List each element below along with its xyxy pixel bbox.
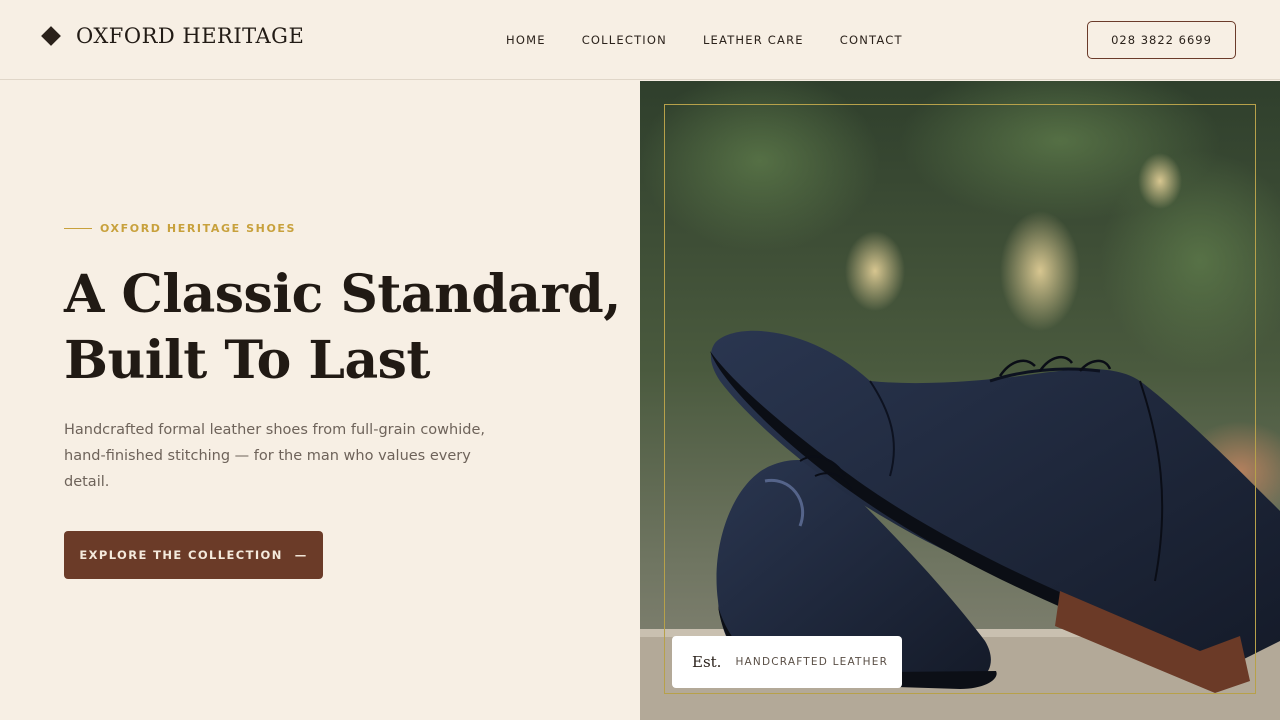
eyebrow-text: OXFORD HERITAGE SHOES	[100, 222, 297, 235]
nav-item-leather-care[interactable]: LEATHER CARE	[703, 33, 804, 47]
badge-text: HANDCRAFTED LEATHER	[735, 656, 889, 668]
brand-name: OXFORD HERITAGE	[76, 24, 305, 48]
nav-item-collection[interactable]: COLLECTION	[582, 33, 667, 47]
headline-line-2: Built To Last	[64, 330, 430, 391]
phone-button[interactable]: 028 3822 6699	[1087, 21, 1236, 59]
hero-description: Handcrafted formal leather shoes from fu…	[64, 422, 485, 490]
brand-logo[interactable]: OXFORD HERITAGE	[41, 24, 305, 48]
nav-item-home[interactable]: HOME	[506, 33, 546, 47]
eyebrow-line	[64, 228, 92, 229]
established-badge: Est. HANDCRAFTED LEATHER	[672, 636, 902, 688]
hero-photo	[640, 81, 1280, 720]
badge-prefix: Est.	[692, 653, 722, 671]
explore-collection-button[interactable]: EXPLORE THE COLLECTION —	[64, 531, 323, 579]
cta-label: EXPLORE THE COLLECTION	[79, 548, 283, 562]
main-nav: HOME COLLECTION LEATHER CARE CONTACT	[506, 33, 939, 47]
hero-headline: A Classic Standard, Built To Last	[64, 262, 624, 394]
site-header: OXFORD HERITAGE HOME COLLECTION LEATHER …	[0, 0, 1280, 80]
diamond-icon	[41, 26, 61, 46]
arrow-icon: —	[294, 548, 308, 562]
hero-eyebrow: OXFORD HERITAGE SHOES	[64, 222, 296, 235]
nav-item-contact[interactable]: CONTACT	[840, 33, 903, 47]
headline-line-1: A Classic Standard,	[64, 264, 621, 325]
